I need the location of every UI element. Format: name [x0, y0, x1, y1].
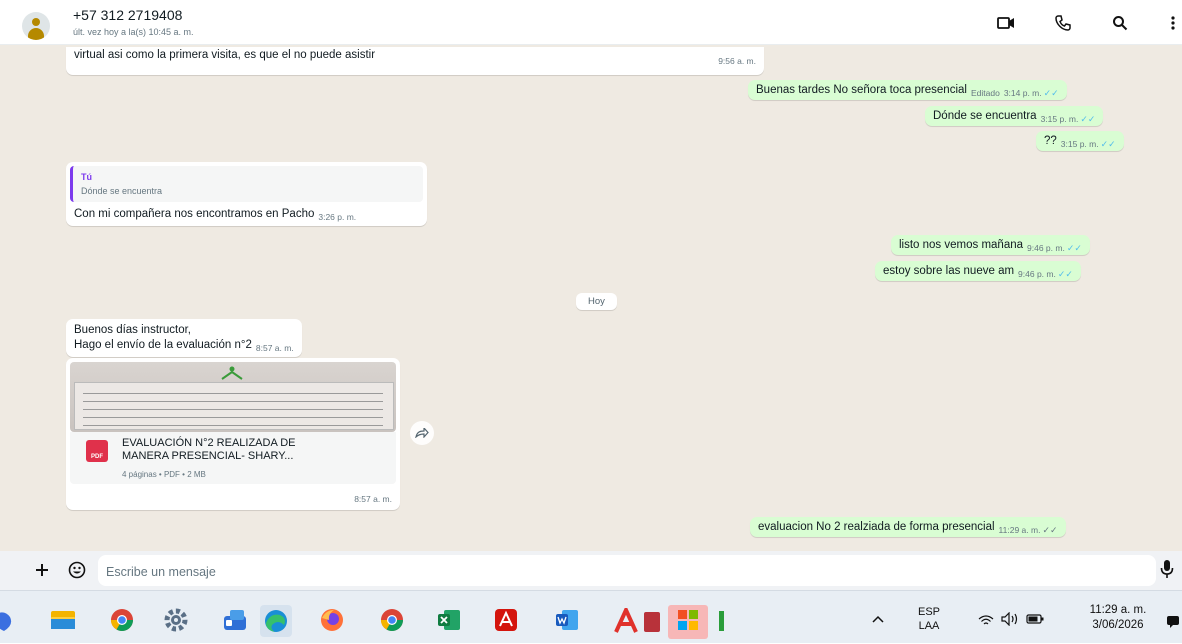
- document-message[interactable]: PDF EVALUACIÓN N°2 REALIZADA DE MANERA P…: [66, 358, 400, 510]
- chat-area[interactable]: virtual asi como la primera visita, es q…: [0, 45, 1182, 551]
- message-outgoing[interactable]: ?? 3:15 p. m. ✓✓: [1036, 131, 1124, 151]
- notification-icon[interactable]: [1166, 614, 1180, 632]
- quote-text: Dónde se encuentra: [81, 186, 163, 196]
- read-ticks-icon: ✓✓: [1066, 243, 1082, 253]
- firefox-icon[interactable]: [320, 608, 346, 634]
- message-text: Con mi compañera nos encontramos en Pach…: [74, 208, 315, 220]
- message-outgoing[interactable]: Buenas tardes No señora toca presencial E…: [748, 80, 1067, 100]
- message-time: 3:26 p. m.: [318, 212, 357, 222]
- show-hidden-icons-chevron-icon[interactable]: [872, 613, 884, 627]
- wifi-icon[interactable]: [978, 615, 994, 629]
- message-outgoing[interactable]: Dónde se encuentra 3:15 p. m. ✓✓: [925, 106, 1104, 126]
- forward-icon[interactable]: [410, 421, 434, 445]
- file-explorer-icon[interactable]: [50, 608, 76, 634]
- chrome-icon[interactable]: [110, 608, 136, 634]
- chat-header: +57 312 2719408 últ. vez hoy a la(s) 10:…: [0, 0, 1182, 45]
- edge-icon[interactable]: [260, 605, 292, 637]
- message-input-box[interactable]: [98, 555, 1156, 588]
- taskbar: ESP LAA 11:29 a. m. 3/06/2026: [0, 590, 1182, 643]
- clock-date: 3/06/2026: [1092, 619, 1144, 631]
- read-ticks-icon: ✓✓: [1100, 139, 1116, 149]
- battery-icon[interactable]: [1026, 613, 1044, 629]
- message-text: listo nos vemos mañana: [899, 239, 1024, 251]
- search-icon[interactable]: [1107, 10, 1133, 36]
- message-outgoing[interactable]: evaluacion No 2 realziada de forma prese…: [750, 517, 1066, 537]
- app-icon[interactable]: [222, 608, 248, 634]
- pdf-icon: PDF: [86, 440, 108, 462]
- message-incoming[interactable]: virtual asi como la primera visita, es q…: [66, 47, 764, 75]
- message-time: 9:56 a. m.: [718, 56, 756, 66]
- message-time: 8:57 a. m.: [354, 494, 392, 504]
- message-composer: [0, 551, 1182, 590]
- read-ticks-icon: ✓✓: [1057, 269, 1073, 279]
- delivered-ticks-icon: ✓✓: [1042, 525, 1058, 535]
- read-ticks-icon: ✓✓: [1080, 114, 1096, 124]
- sena-logo-icon: [220, 366, 244, 380]
- chrome-alt-icon[interactable]: [380, 608, 406, 634]
- message-input[interactable]: [98, 555, 1108, 588]
- menu-icon[interactable]: [1160, 10, 1182, 36]
- document-info[interactable]: PDF EVALUACIÓN N°2 REALIZADA DE MANERA P…: [70, 432, 396, 484]
- keyboard-layout: LAA: [918, 620, 940, 632]
- message-text: Hago el envío de la evaluación n°2: [74, 339, 252, 351]
- message-time: 3:15 p. m.: [1060, 139, 1099, 149]
- read-ticks-icon: ✓✓: [1043, 88, 1059, 98]
- avatar[interactable]: [22, 12, 50, 40]
- quoted-message[interactable]: Tú Dónde se encuentra: [70, 166, 423, 202]
- system-clock[interactable]: 11:29 a. m. 3/06/2026: [1078, 603, 1158, 633]
- microsoft-store-icon[interactable]: [668, 605, 708, 639]
- volume-icon[interactable]: [1000, 611, 1020, 630]
- clock-time: 11:29 a. m.: [1089, 604, 1147, 616]
- message-time: 8:57 a. m.: [255, 343, 294, 353]
- copilot-icon[interactable]: [0, 611, 20, 637]
- language-indicator[interactable]: ESP LAA: [916, 605, 942, 633]
- acrobat-icon[interactable]: [494, 608, 520, 634]
- settings-icon[interactable]: [164, 608, 190, 634]
- message-time: 3:15 p. m.: [1040, 114, 1079, 124]
- quote-author: Tú: [81, 172, 92, 182]
- voice-call-icon[interactable]: [1050, 10, 1076, 36]
- message-time: 9:46 p. m.: [1018, 269, 1056, 279]
- edited-label: Editado: [970, 88, 1000, 98]
- document-meta: 4 páginas • PDF • 2 MB: [122, 470, 206, 479]
- message-text: virtual asi como la primera visita, es q…: [74, 49, 376, 61]
- message-text: Dónde se encuentra: [933, 110, 1037, 122]
- contact-name[interactable]: +57 312 2719408: [73, 7, 182, 23]
- message-outgoing[interactable]: listo nos vemos mañana 9:46 p. m. ✓✓: [891, 235, 1090, 255]
- app-icon[interactable]: [716, 609, 726, 635]
- message-outgoing[interactable]: estoy sobre las nueve am 9:46 p. m. ✓✓: [875, 261, 1081, 281]
- message-text: evaluacion No 2 realziada de forma prese…: [758, 521, 995, 533]
- message-time: 9:46 p. m.: [1027, 243, 1065, 253]
- message-text: ??: [1044, 135, 1057, 147]
- excel-icon[interactable]: [436, 608, 462, 634]
- language-code: ESP: [917, 606, 940, 618]
- day-divider: Hoy: [576, 293, 617, 310]
- video-call-icon[interactable]: [993, 10, 1019, 36]
- message-incoming[interactable]: Buenos días instructor, Hago el envío de…: [66, 319, 302, 357]
- word-icon[interactable]: [554, 608, 580, 634]
- message-text: estoy sobre las nueve am: [883, 265, 1015, 277]
- microphone-icon[interactable]: [1160, 559, 1180, 581]
- emoji-icon[interactable]: [65, 558, 89, 582]
- message-time: 3:14 p. m.: [1003, 88, 1042, 98]
- message-text: Buenas tardes No señora toca presencial: [756, 84, 967, 96]
- document-title: EVALUACIÓN N°2 REALIZADA DE MANERA PRESE…: [122, 437, 296, 462]
- document-thumbnail[interactable]: [70, 362, 396, 432]
- attach-icon[interactable]: [30, 558, 54, 582]
- app-icon[interactable]: [614, 605, 662, 634]
- last-seen-status: últ. vez hoy a la(s) 10:45 a. m.: [73, 27, 194, 37]
- message-text: Buenos días instructor,: [74, 324, 191, 336]
- message-incoming-reply[interactable]: Tú Dónde se encuentra Con mi compañera n…: [66, 162, 427, 226]
- message-time: 11:29 a. m.: [998, 525, 1041, 535]
